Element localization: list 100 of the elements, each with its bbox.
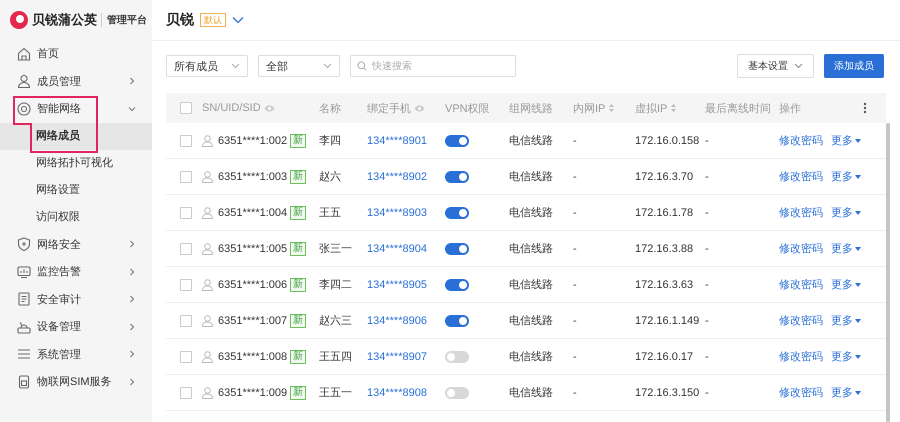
more-dropdown-link[interactable]: 更多 [831,205,861,220]
sidebar-subitem[interactable]: 网络设置 [0,176,152,204]
vpn-toggle[interactable] [445,314,469,326]
sidebar-subitem[interactable]: 网络拓扑可视化 [0,150,152,176]
column-header: 最后离线时间 [705,102,771,116]
sidebar-item[interactable]: 系统管理 [0,340,152,368]
user-icon [202,242,213,254]
phone-link[interactable]: 134****8904 [367,242,427,254]
table-cell-text: 电信线路 [509,278,553,292]
user-icon [202,386,213,398]
table-cell-text: 电信线路 [509,314,553,328]
change-password-link[interactable]: 修改密码 [779,241,823,256]
table-cell: - [705,278,709,290]
phone-link[interactable]: 134****8908 [367,386,427,398]
table-cell-text: 电信线路 [509,350,553,364]
table-cell: - [705,242,709,254]
chevron-icon [128,240,136,248]
change-password-link[interactable]: 修改密码 [779,313,823,328]
phone-link[interactable]: 134****8906 [367,314,427,326]
row-checkbox[interactable] [180,278,192,290]
more-dropdown-link[interactable]: 更多 [831,169,861,184]
vpn-toggle[interactable] [445,350,469,362]
member-filter-dropdown[interactable]: 所有成员 [166,55,248,77]
table-cell: 6351****1:005 [218,242,288,254]
new-badge: 新 [290,170,306,184]
search-field[interactable]: 快速搜索 [350,55,516,77]
table-cell: - [705,386,709,398]
chevron-icon [128,350,136,358]
sidebar-item[interactable]: 首页 [0,40,152,68]
table-cell-text: 赵六三 [319,314,352,328]
change-password-link[interactable]: 修改密码 [779,169,823,184]
row-checkbox[interactable] [180,386,192,398]
sidebar-item[interactable]: 物联网SIM服务 [0,368,152,396]
chevron-down-icon [323,63,332,69]
row-checkbox[interactable] [180,206,192,218]
sidebar-item[interactable]: 成员管理 [0,68,152,95]
column-header: 操作 [779,102,801,116]
doc-icon [17,292,31,306]
phone-link[interactable]: 134****8905 [367,278,427,290]
more-dropdown-link[interactable]: 更多 [831,277,861,292]
vpn-toggle[interactable] [445,170,469,182]
change-password-link[interactable]: 修改密码 [779,277,823,292]
sidebar-item[interactable]: 监控告警 [0,258,152,286]
sim-icon [17,374,31,389]
user-icon [202,314,213,326]
vpn-toggle[interactable] [445,134,469,146]
row-checkbox[interactable] [180,314,192,326]
sidebar-item[interactable]: 安全审计 [0,286,152,313]
phone-link[interactable]: 134****8907 [367,350,427,362]
more-dropdown-link[interactable]: 更多 [831,385,861,400]
new-badge: 新 [290,134,306,148]
monitor-icon [17,264,31,279]
change-password-link[interactable]: 修改密码 [779,385,823,400]
table-cell: - [705,206,709,218]
add-member-button[interactable]: 添加成员 [824,54,884,78]
vpn-toggle[interactable] [445,206,469,218]
sidebar-item[interactable]: 设备管理 [0,313,152,340]
sidebar-item[interactable]: 网络安全 [0,230,152,258]
sidebar-subitem[interactable]: 网络成员 [0,122,152,150]
sort-icon[interactable] [670,103,678,113]
chevron-down-icon[interactable] [232,16,244,24]
eye-icon[interactable] [264,104,275,112]
sort-icon[interactable] [608,103,616,113]
phone-link[interactable]: 134****8902 [367,170,427,182]
change-password-link[interactable]: 修改密码 [779,133,823,148]
table-cell: - [573,206,577,218]
more-dropdown-link[interactable]: 更多 [831,313,861,328]
select-all-checkbox[interactable] [180,102,192,114]
settings-dropdown-button[interactable]: 基本设置 [737,54,814,78]
more-dropdown-link[interactable]: 更多 [831,133,861,148]
vpn-toggle[interactable] [445,386,469,398]
table-cell: 172.16.3.70 [635,170,694,182]
change-password-link[interactable]: 修改密码 [779,349,823,364]
more-vertical-icon[interactable] [863,102,867,114]
eye-icon[interactable] [414,104,425,112]
table-cell: - [705,170,709,182]
row-checkbox[interactable] [180,170,192,182]
row-checkbox[interactable] [180,242,192,254]
status-filter-dropdown[interactable]: 全部 [258,55,340,77]
table-cell-text: 电信线路 [509,134,553,148]
vpn-toggle[interactable] [445,242,469,254]
scrollbar[interactable] [886,123,890,422]
table-cell: - [573,386,577,398]
shield-icon [17,237,31,252]
user-icon [202,170,213,182]
user-icon [202,134,213,146]
vpn-toggle[interactable] [445,278,469,290]
row-checkbox[interactable] [180,134,192,146]
device-icon [17,320,31,334]
phone-link[interactable]: 134****8903 [367,206,427,218]
search-icon [357,61,367,71]
sidebar-subitem[interactable]: 访问权限 [0,204,152,230]
more-dropdown-link[interactable]: 更多 [831,349,861,364]
change-password-link[interactable]: 修改密码 [779,205,823,220]
sidebar-item[interactable]: 智能网络 [0,95,152,122]
column-header: 虚拟IP [635,102,668,116]
new-badge: 新 [290,278,306,292]
phone-link[interactable]: 134****8901 [367,134,427,146]
row-checkbox[interactable] [180,350,192,362]
more-dropdown-link[interactable]: 更多 [831,241,861,256]
